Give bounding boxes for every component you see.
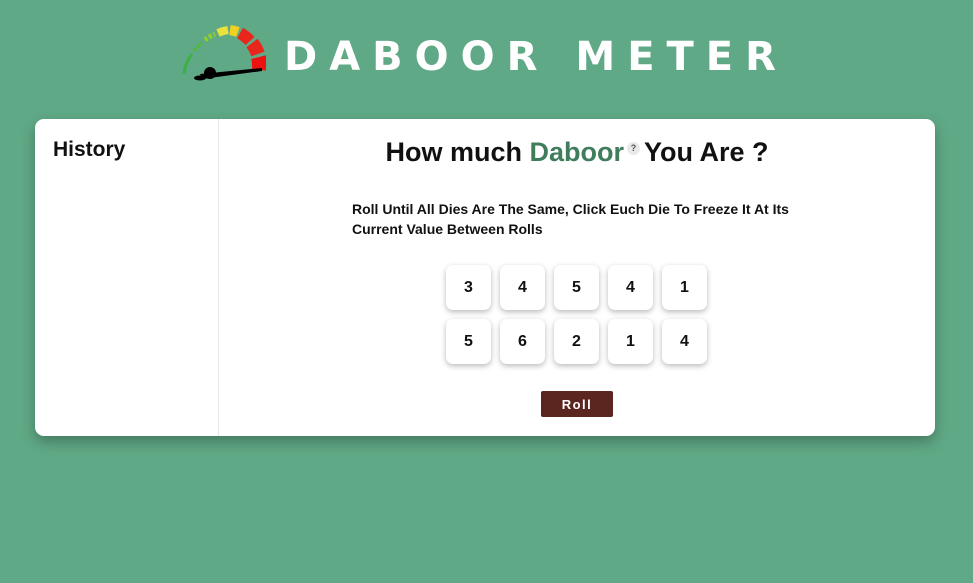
help-icon[interactable]: ? bbox=[627, 142, 640, 155]
die[interactable]: 4 bbox=[608, 265, 653, 310]
speedometer-gauge-icon bbox=[182, 25, 266, 81]
headline-brand: Daboor bbox=[529, 137, 625, 167]
headline-prefix: How much bbox=[385, 137, 530, 167]
history-title: History bbox=[53, 138, 126, 161]
headline-suffix: You Are ? bbox=[644, 137, 769, 167]
app-header: DABOOR METER bbox=[0, 0, 973, 110]
page-title: How much Daboor? You Are ? bbox=[219, 137, 935, 168]
die[interactable]: 2 bbox=[554, 319, 599, 364]
dice-grid: 3 4 5 4 1 5 6 2 1 4 bbox=[446, 265, 716, 364]
game-panel: How much Daboor? You Are ? Roll Until All… bbox=[219, 119, 935, 436]
roll-button[interactable]: Roll bbox=[541, 391, 613, 417]
die[interactable]: 6 bbox=[500, 319, 545, 364]
game-card: History How much Daboor? You Are ? Roll U… bbox=[35, 119, 935, 436]
die[interactable]: 4 bbox=[662, 319, 707, 364]
die[interactable]: 5 bbox=[446, 319, 491, 364]
die[interactable]: 1 bbox=[608, 319, 653, 364]
history-sidebar: History bbox=[35, 119, 219, 436]
app-title: DABOOR METER bbox=[284, 34, 788, 80]
die[interactable]: 1 bbox=[662, 265, 707, 310]
die[interactable]: 5 bbox=[554, 265, 599, 310]
die[interactable]: 4 bbox=[500, 265, 545, 310]
instructions-text: Roll Until All Dies Are The Same, Click … bbox=[352, 201, 789, 237]
die[interactable]: 3 bbox=[446, 265, 491, 310]
